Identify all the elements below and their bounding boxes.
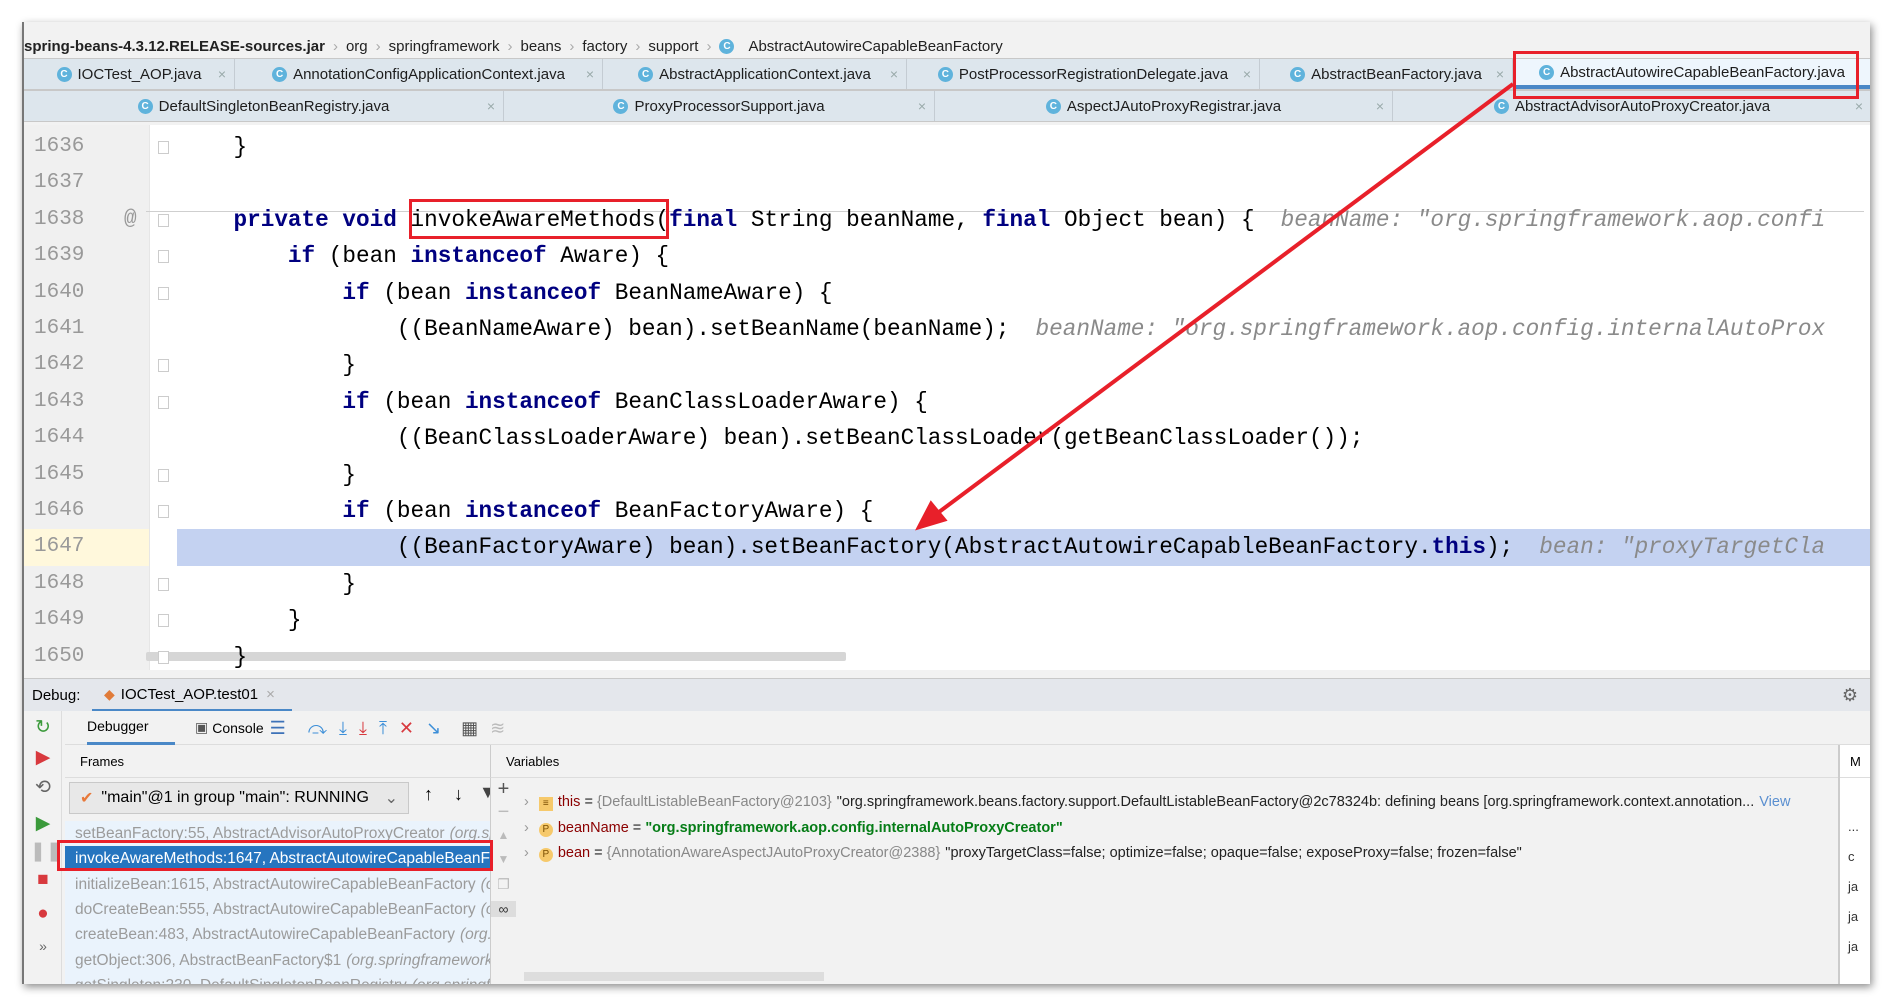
annotation-arrow [915, 82, 1515, 531]
